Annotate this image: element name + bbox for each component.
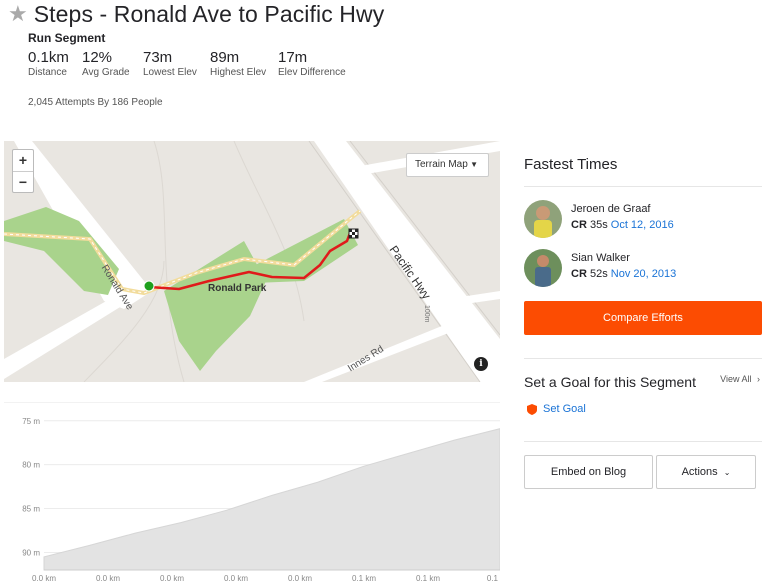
x-tick-label: 0.0 km bbox=[32, 574, 56, 583]
avatar[interactable] bbox=[524, 200, 562, 238]
park-area bbox=[4, 207, 119, 295]
stat-elev-difference: 17m Elev Difference bbox=[278, 49, 368, 79]
athlete-name[interactable]: Sian Walker bbox=[571, 252, 630, 264]
stat-value: 12% bbox=[82, 49, 113, 66]
divider bbox=[524, 441, 762, 442]
chevron-down-icon: ⌄ bbox=[723, 468, 731, 477]
athlete-name[interactable]: Jeroen de Graaf bbox=[571, 203, 651, 215]
x-tick-label: 0.0 km bbox=[224, 574, 248, 583]
effort-date[interactable]: Nov 20, 2013 bbox=[611, 268, 676, 280]
elevation-chart: 90 m 85 m 80 m 75 m 0.0 km 0.0 km 0.0 km 0.0 km… bbox=[4, 401, 501, 583]
athlete-time: CR 52s Nov 20, 2013 bbox=[571, 268, 676, 280]
x-tick-label: 0.1 km bbox=[416, 574, 440, 583]
x-tick-label: 0.0 km bbox=[288, 574, 312, 583]
stat-lowest-elev: 73m Lowest Elev bbox=[143, 49, 210, 79]
compare-efforts-button[interactable]: Compare Efforts bbox=[524, 301, 762, 335]
stat-label: Distance bbox=[28, 67, 67, 78]
cr-label: CR bbox=[571, 268, 587, 280]
terrain-map-label: Terrain Map bbox=[415, 159, 468, 170]
stat-label: Highest Elev bbox=[210, 67, 267, 78]
set-goal-link[interactable]: Set Goal bbox=[527, 403, 586, 415]
y-tick-label: 90 m bbox=[22, 548, 40, 557]
segment-map[interactable]: Ronald Ave Pacific Hwy Ronald Park Innes… bbox=[4, 141, 500, 382]
attempts-count: 2,045 Attempts By 186 People bbox=[28, 97, 163, 108]
segment-header: ★ Steps - Ronald Ave to Pacific Hwy Run … bbox=[0, 0, 766, 140]
start-marker bbox=[143, 280, 155, 292]
zoom-out-button[interactable]: − bbox=[13, 171, 33, 192]
segment-stats: 0.1km Distance 12% Avg Grade 73m Lowest … bbox=[28, 49, 368, 79]
avatar[interactable] bbox=[524, 249, 562, 287]
stat-value: 17m bbox=[278, 49, 308, 66]
stat-distance: 0.1km Distance bbox=[28, 49, 82, 79]
view-all-link[interactable]: View All › bbox=[720, 374, 760, 384]
zoom-in-button[interactable]: + bbox=[13, 150, 33, 171]
stat-value: 0.1km bbox=[28, 49, 69, 66]
embed-on-blog-button[interactable]: Embed on Blog bbox=[524, 455, 653, 489]
info-icon[interactable]: i bbox=[474, 357, 488, 371]
caret-down-icon: ▼ bbox=[470, 160, 478, 169]
y-tick-label: 75 m bbox=[22, 417, 40, 426]
terrain-map-dropdown[interactable]: Terrain Map ▼ bbox=[406, 153, 489, 177]
stat-label: Lowest Elev bbox=[143, 67, 197, 78]
effort-time: 35s bbox=[589, 219, 608, 231]
cr-label: CR bbox=[571, 219, 587, 231]
chevron-right-icon: › bbox=[757, 374, 760, 384]
fastest-times-title: Fastest Times bbox=[524, 156, 618, 173]
stat-label: Avg Grade bbox=[82, 67, 130, 78]
effort-date[interactable]: Oct 12, 2016 bbox=[611, 219, 674, 231]
stat-highest-elev: 89m Highest Elev bbox=[210, 49, 278, 79]
segment-type: Run Segment bbox=[28, 31, 106, 45]
goal-title: Set a Goal for this Segment bbox=[524, 374, 696, 390]
elevation-area bbox=[43, 428, 501, 571]
zoom-control: + − bbox=[12, 149, 34, 193]
athlete-time: CR 35s Oct 12, 2016 bbox=[571, 219, 674, 231]
x-tick-label: 0.0 km bbox=[160, 574, 184, 583]
actions-button[interactable]: Actions ⌄ bbox=[656, 455, 756, 489]
y-tick-label: 85 m bbox=[22, 505, 40, 514]
x-tick-label: 0.0 km bbox=[96, 574, 120, 583]
x-tick-label: 0.1 km bbox=[352, 574, 376, 583]
stat-avg-grade: 12% Avg Grade bbox=[82, 49, 143, 79]
divider bbox=[524, 186, 762, 187]
x-tick-label: 0.1 bbox=[487, 574, 499, 583]
view-all-label: View All bbox=[720, 374, 752, 384]
title-row: ★ Steps - Ronald Ave to Pacific Hwy bbox=[8, 0, 384, 28]
divider bbox=[524, 358, 762, 359]
leaderboard-entry[interactable]: Jeroen de Graaf CR 35s Oct 12, 2016 bbox=[524, 200, 762, 240]
contour-line bbox=[153, 141, 185, 382]
stat-value: 73m bbox=[143, 49, 173, 66]
actions-label: Actions bbox=[681, 466, 718, 478]
label-distance-marker: 100m bbox=[423, 305, 430, 323]
stat-label: Elev Difference bbox=[278, 67, 346, 78]
star-icon[interactable]: ★ bbox=[8, 0, 28, 28]
y-tick-label: 80 m bbox=[22, 461, 40, 470]
leaderboard-entry[interactable]: Sian Walker CR 52s Nov 20, 2013 bbox=[524, 249, 762, 289]
page-title: Steps - Ronald Ave to Pacific Hwy bbox=[33, 1, 385, 27]
finish-flag-icon bbox=[348, 228, 359, 239]
shield-icon bbox=[527, 403, 537, 415]
map-canvas bbox=[4, 141, 500, 382]
effort-time: 52s bbox=[589, 268, 608, 280]
stat-value: 89m bbox=[210, 49, 240, 66]
set-goal-label: Set Goal bbox=[543, 403, 586, 415]
label-ronald-park: Ronald Park bbox=[208, 283, 267, 294]
elevation-profile[interactable]: 90 m 85 m 80 m 75 m 0.0 km 0.0 km 0.0 km 0.0 km… bbox=[4, 401, 501, 588]
